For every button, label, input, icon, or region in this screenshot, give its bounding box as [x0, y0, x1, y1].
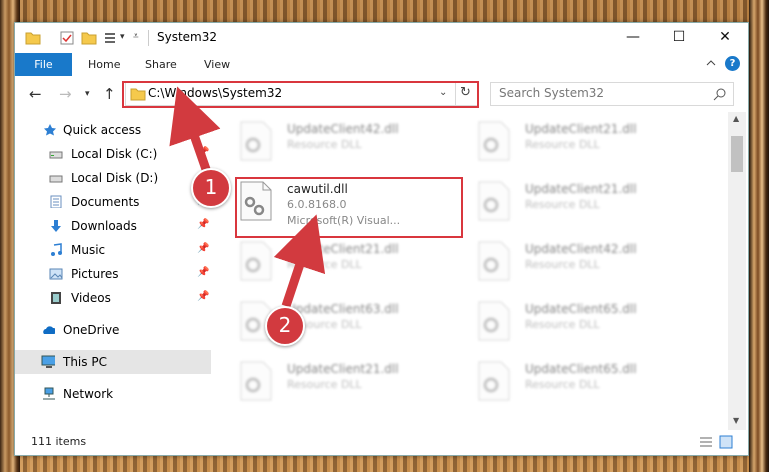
- step-marker-1: 1: [191, 168, 231, 208]
- step-marker-2: 2: [265, 306, 305, 346]
- arrow-to-address: [169, 86, 221, 177]
- annotation-arrows: [169, 86, 326, 308]
- arrow-to-file: [273, 214, 326, 308]
